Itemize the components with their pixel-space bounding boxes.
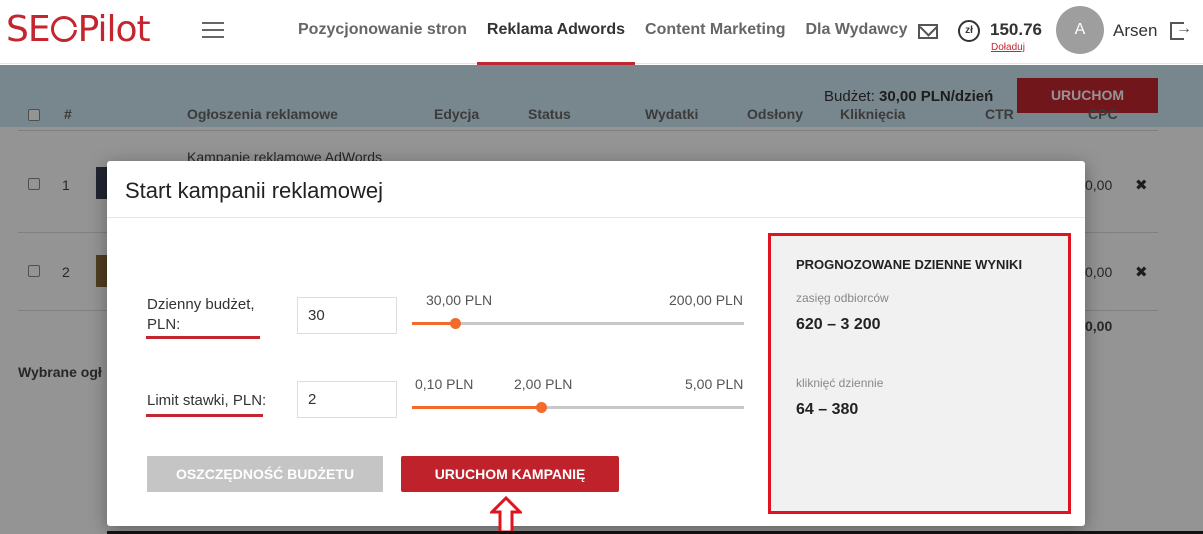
budget-max-label: 200,00 PLN [669, 292, 743, 308]
menu-icon[interactable] [202, 22, 224, 38]
nav-item-dla-wydawcy[interactable]: Dla Wydawcy [796, 0, 918, 64]
nav-item-reklama-adwords[interactable]: Reklama Adwords [476, 0, 636, 65]
main-nav: Pozycjonowanie stron Reklama Adwords Con… [288, 0, 918, 65]
forecast-panel: PROGNOZOWANE DZIENNE WYNIKI zasięg odbio… [768, 233, 1071, 514]
budget-slider[interactable] [412, 318, 744, 329]
clicks-value: 64 – 380 [796, 401, 859, 418]
launch-campaign-button[interactable]: URUCHOM KAMPANIĘ [401, 456, 619, 492]
modal-divider [107, 217, 1085, 218]
bid-max-label: 5,00 PLN [685, 376, 744, 392]
budget-label-underline [146, 336, 260, 339]
account-balance: 150.76 [990, 20, 1042, 39]
currency-icon: zł [958, 20, 980, 42]
clicks-label: kliknięć dziennie [796, 376, 884, 390]
top-header: SE Pilot Pozycjonowanie stron Reklama Adw… [0, 0, 1203, 65]
nav-item-pozycjonowanie[interactable]: Pozycjonowanie stron [288, 0, 477, 64]
bid-min-label: 0,10 PLN [415, 376, 474, 392]
budget-current-label: 30,00 PLN [426, 292, 493, 308]
avatar[interactable]: A [1056, 6, 1104, 54]
bid-limit-slider-thumb[interactable] [536, 402, 548, 413]
logo[interactable]: SE Pilot [6, 8, 151, 52]
budget-saving-button[interactable]: OSZCZĘDNOŚĆ BUDŻETU [147, 456, 383, 492]
budget-label: Dzienny budżet, PLN: [147, 295, 255, 335]
topup-link[interactable]: Doładuj [991, 42, 1025, 53]
budget-slider-thumb[interactable] [450, 318, 462, 329]
mail-icon[interactable] [918, 24, 938, 39]
logout-icon[interactable] [1170, 20, 1192, 40]
start-campaign-modal: Start kampanii reklamowej Dzienny budżet… [107, 161, 1085, 526]
user-name[interactable]: Arsen [1113, 21, 1157, 41]
bid-limit-underline [146, 414, 263, 417]
bid-limit-label: Limit stawki, PLN: [147, 392, 267, 409]
bid-limit-input[interactable] [297, 381, 397, 418]
bid-current-label: 2,00 PLN [514, 376, 573, 392]
bid-limit-slider[interactable] [412, 402, 744, 413]
bid-limit-slider-fill [412, 406, 542, 409]
budget-label-line1: Dzienny budżet, [147, 296, 255, 313]
reach-value: 620 – 3 200 [796, 316, 881, 333]
nav-item-content-marketing[interactable]: Content Marketing [635, 0, 795, 64]
modal-title: Start kampanii reklamowej [125, 178, 383, 203]
budget-label-line2: PLN: [147, 316, 181, 333]
reach-label: zasięg odbiorców [796, 291, 889, 305]
forecast-title: PROGNOZOWANE DZIENNE WYNIKI [796, 257, 1023, 272]
budget-slider-fill [412, 322, 456, 325]
budget-input[interactable] [297, 297, 397, 334]
up-arrow-icon [490, 496, 522, 534]
